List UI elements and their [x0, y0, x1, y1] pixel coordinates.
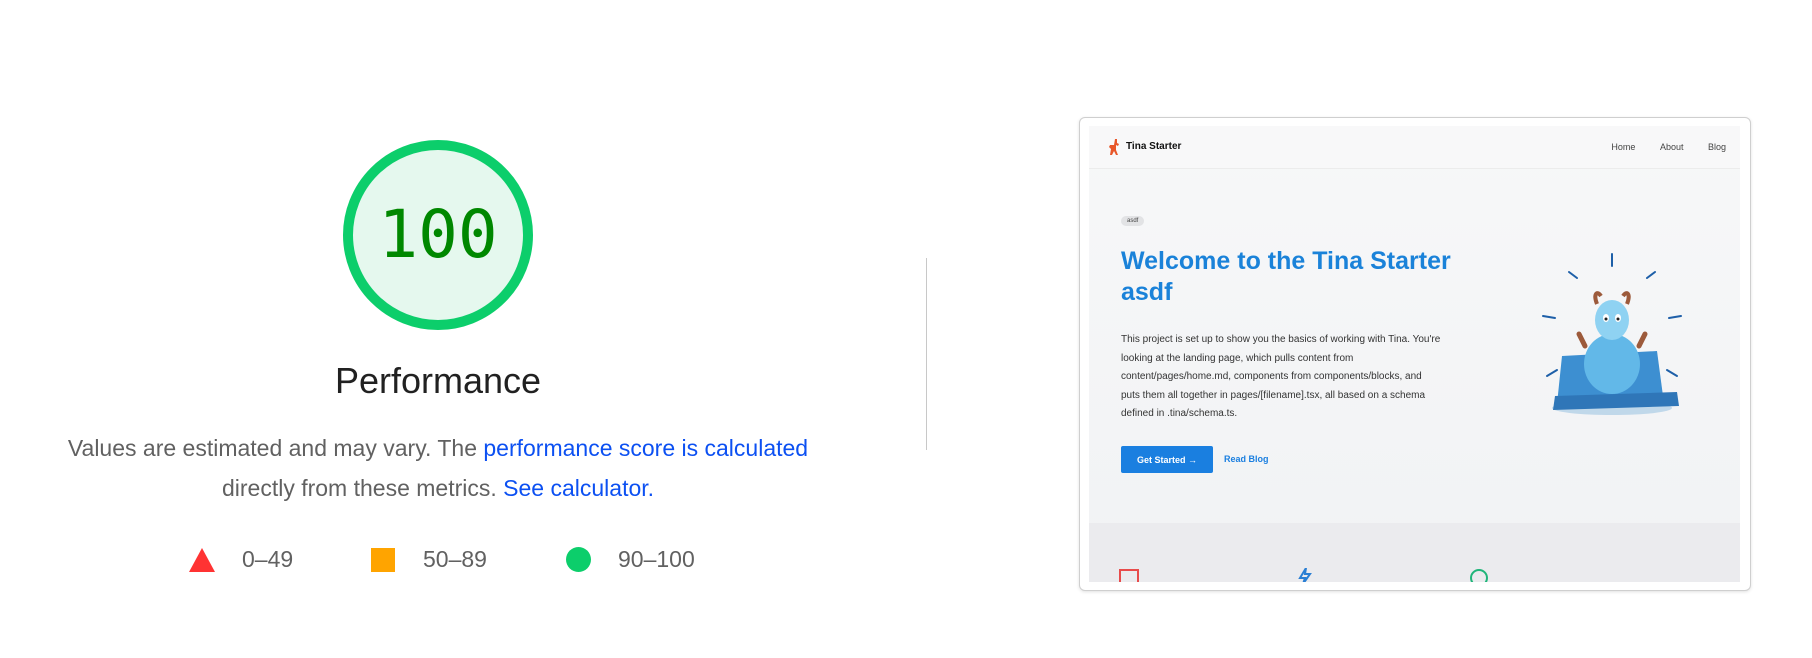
read-blog-link[interactable]: Read Blog — [1224, 454, 1269, 464]
final-screenshot[interactable]: Tina Starter Home About Blog asdf Welcom… — [1079, 117, 1751, 591]
legend-range: 0–49 — [242, 546, 294, 572]
nav-about[interactable]: About — [1660, 142, 1684, 152]
llama-logo-icon — [1109, 139, 1119, 155]
see-calculator-link[interactable]: See calculator. — [503, 475, 654, 501]
fail-triangle-icon — [189, 547, 215, 572]
site-nav: Tina Starter Home About Blog — [1089, 126, 1740, 169]
screenshot-page: Tina Starter Home About Blog asdf Welcom… — [1089, 126, 1740, 582]
hero-badge: asdf — [1121, 216, 1145, 226]
category-title: Performance — [334, 360, 542, 401]
site-brand: Tina Starter — [1126, 141, 1182, 152]
score-legend: 0–49 50–89 90–100 — [0, 546, 900, 576]
legend-item-fail: 0–49 — [189, 546, 293, 573]
average-square-icon — [371, 547, 395, 572]
feature-card-icon — [1119, 569, 1139, 582]
feature-smile-icon — [1470, 569, 1488, 582]
legend-range: 50–89 — [423, 546, 487, 572]
get-started-button[interactable]: Get Started → — [1121, 446, 1213, 473]
score-value: 100 — [378, 196, 498, 273]
nav-blog[interactable]: Blog — [1708, 142, 1726, 152]
score-description: Values are estimated and may vary. The p… — [30, 428, 846, 508]
legend-item-pass: 90–100 — [566, 546, 695, 573]
legend-range: 90–100 — [618, 546, 695, 572]
site-nav-links: Home About Blog — [1589, 142, 1726, 152]
features-band — [1089, 523, 1740, 582]
feature-lightning-icon — [1298, 568, 1312, 582]
llama-laptop-illustration — [1542, 253, 1682, 415]
vertical-divider — [926, 258, 927, 450]
pass-circle-icon — [566, 547, 591, 572]
hero-text: This project is set up to show you the b… — [1121, 334, 1441, 419]
hero-title: Welcome to the Tina Starter asdf — [1121, 247, 1451, 306]
description-text-1: Values are estimated and may vary. The — [67, 435, 477, 461]
nav-home[interactable]: Home — [1611, 142, 1635, 152]
description-text-2: directly from these metrics. — [221, 475, 497, 501]
score-calculated-link[interactable]: performance score is calculated — [483, 435, 808, 461]
legend-item-average: 50–89 — [371, 546, 487, 573]
